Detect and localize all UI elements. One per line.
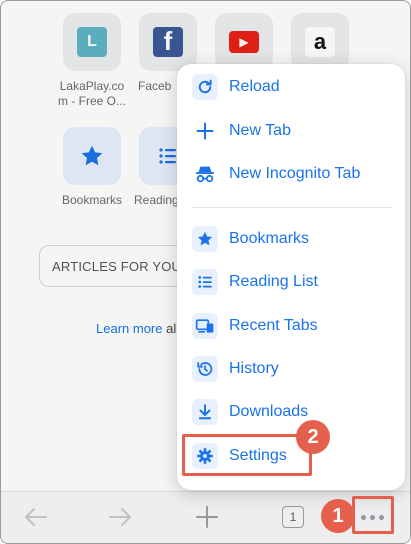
settings-highlight	[182, 434, 312, 476]
menu-item-label: Recent Tabs	[229, 317, 318, 334]
step-badge-1: 1	[321, 499, 355, 533]
more-menu-highlight	[352, 496, 394, 534]
menu-item-new-incognito-tab[interactable]: New Incognito Tab	[177, 154, 405, 194]
menu-item-reading-list[interactable]: Reading List	[177, 262, 405, 302]
menu-item-label: Bookmarks	[229, 230, 310, 247]
step-badge-2: 2	[296, 420, 330, 454]
reading-list-icon	[192, 269, 218, 295]
browser-window: L LakaPlay.co m - Free O... f Faceb ▶ a …	[0, 0, 411, 544]
plus-icon	[192, 118, 218, 144]
menu-item-reload[interactable]: Reload	[177, 67, 405, 107]
menu-separator	[192, 207, 392, 208]
menu-item-bookmarks[interactable]: Bookmarks	[177, 219, 405, 259]
reload-icon	[192, 74, 218, 100]
menu-item-recent-tabs[interactable]: Recent Tabs	[177, 306, 405, 346]
history-icon	[192, 356, 218, 382]
menu-item-label: History	[229, 360, 279, 377]
overflow-menu: Reload New Tab New Incognito Tab Bookmar…	[177, 64, 405, 490]
star-icon	[192, 226, 218, 252]
recent-tabs-icon	[192, 313, 218, 339]
menu-item-label: Downloads	[229, 403, 309, 420]
menu-item-label: New Incognito Tab	[229, 165, 361, 182]
menu-item-new-tab[interactable]: New Tab	[177, 111, 405, 151]
menu-item-label: Reading List	[229, 273, 318, 290]
menu-item-label: Reload	[229, 78, 280, 95]
menu-item-downloads[interactable]: Downloads	[177, 392, 405, 432]
download-icon	[192, 399, 218, 425]
menu-item-label: New Tab	[229, 122, 291, 139]
menu-item-history[interactable]: History	[177, 349, 405, 389]
incognito-icon	[192, 161, 218, 187]
